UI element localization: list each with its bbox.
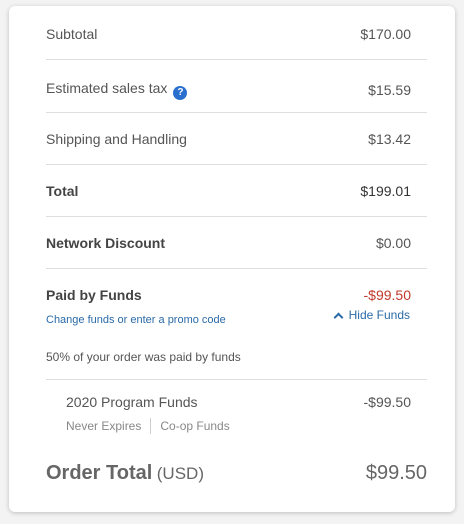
subtotal-row: Subtotal $170.00 xyxy=(46,26,411,42)
help-icon[interactable]: ? xyxy=(173,86,188,100)
tax-value: $15.59 xyxy=(368,82,411,98)
funds-note: 50% of your order was paid by funds xyxy=(46,350,241,364)
order-total-label: Order Total xyxy=(46,462,153,484)
total-label: Total xyxy=(46,183,79,199)
fund-item-value: -$99.50 xyxy=(363,394,411,410)
divider xyxy=(46,59,427,60)
divider xyxy=(46,216,427,217)
order-total-currency: (USD) xyxy=(156,464,204,483)
divider xyxy=(46,379,427,380)
order-total-value: $99.50 xyxy=(365,462,427,484)
total-value: $199.01 xyxy=(360,183,411,199)
total-row: Total $199.01 xyxy=(46,183,411,199)
paid-by-funds-label: Paid by Funds xyxy=(46,287,142,303)
paid-by-funds-row: Paid by Funds -$99.50 xyxy=(46,287,411,303)
chevron-up-icon xyxy=(333,312,344,322)
fund-item-tags: Never Expires Co-op Funds xyxy=(66,418,230,434)
hide-funds-label: Hide Funds xyxy=(348,308,410,322)
hide-funds-button[interactable]: Hide Funds xyxy=(333,308,410,322)
tax-row: Estimated sales tax? $15.59 xyxy=(46,80,411,100)
paid-by-funds-value: -$99.50 xyxy=(363,287,411,303)
order-total-label-group: Order Total (USD) xyxy=(46,462,204,485)
tag-divider xyxy=(150,418,152,434)
tax-label: Estimated sales tax xyxy=(46,80,168,96)
funds-note-wrap: 50% of your order was paid by funds xyxy=(46,348,241,366)
subtotal-value: $170.00 xyxy=(360,26,411,42)
divider xyxy=(46,112,427,113)
fund-item-name: 2020 Program Funds xyxy=(66,394,198,410)
network-discount-label: Network Discount xyxy=(46,235,166,251)
order-summary-card: Subtotal $170.00 Estimated sales tax? $1… xyxy=(9,6,455,512)
network-discount-row: Network Discount $0.00 xyxy=(46,235,411,251)
tax-label-group: Estimated sales tax? xyxy=(46,80,188,100)
subtotal-label: Subtotal xyxy=(46,26,98,42)
change-funds-link[interactable]: Change funds or enter a promo code xyxy=(46,314,226,326)
order-total-row: Order Total (USD) $99.50 xyxy=(46,462,427,485)
divider xyxy=(46,164,427,165)
shipping-row: Shipping and Handling $13.42 xyxy=(46,131,411,147)
shipping-label: Shipping and Handling xyxy=(46,131,187,147)
change-funds-link-wrap: Change funds or enter a promo code xyxy=(46,310,226,328)
fund-item-row: 2020 Program Funds -$99.50 xyxy=(66,394,411,410)
shipping-value: $13.42 xyxy=(368,131,411,147)
fund-tag-expiry: Never Expires xyxy=(66,419,142,433)
network-discount-value: $0.00 xyxy=(375,235,411,251)
divider xyxy=(46,268,427,269)
fund-tag-type: Co-op Funds xyxy=(160,419,230,433)
